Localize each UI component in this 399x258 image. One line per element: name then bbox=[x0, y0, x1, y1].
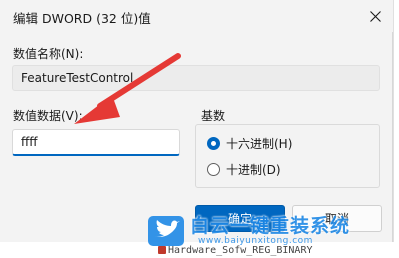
close-button[interactable] bbox=[362, 4, 388, 28]
value-data-input[interactable] bbox=[12, 129, 180, 156]
value-name-label: 数值名称(N): bbox=[13, 47, 84, 61]
watermark-title: 白云一键重装系统 bbox=[190, 215, 351, 237]
radio-decimal-indicator[interactable] bbox=[207, 163, 220, 176]
radio-hex[interactable]: 十六进制(H) bbox=[207, 135, 292, 152]
dialog-titlebar: 编辑 DWORD (32 位)值 bbox=[0, 0, 393, 32]
watermark-url: www.baiyunxitong.com bbox=[198, 236, 313, 246]
radio-hex-label: 十六进制(H) bbox=[226, 137, 293, 151]
base-group-label: 基数 bbox=[201, 109, 226, 123]
close-icon bbox=[369, 10, 381, 22]
base-group bbox=[195, 124, 380, 188]
value-data-label: 数值数据(V): bbox=[13, 109, 83, 123]
radio-decimal[interactable]: 十进制(D) bbox=[207, 161, 281, 178]
radio-hex-indicator[interactable] bbox=[207, 137, 220, 150]
value-name-field[interactable]: FeatureTestControl bbox=[12, 65, 380, 91]
watermark-bird-logo-icon bbox=[148, 216, 184, 246]
background-window-edge bbox=[393, 0, 399, 258]
background-registry-row-text: Hardware_Sofw_REG_BINARY bbox=[168, 245, 313, 256]
dialog-title: 编辑 DWORD (32 位)值 bbox=[13, 11, 151, 26]
radio-decimal-label: 十进制(D) bbox=[226, 163, 281, 177]
edit-dword-dialog: 编辑 DWORD (32 位)值 数值名称(N): FeatureTestCon… bbox=[0, 0, 393, 242]
